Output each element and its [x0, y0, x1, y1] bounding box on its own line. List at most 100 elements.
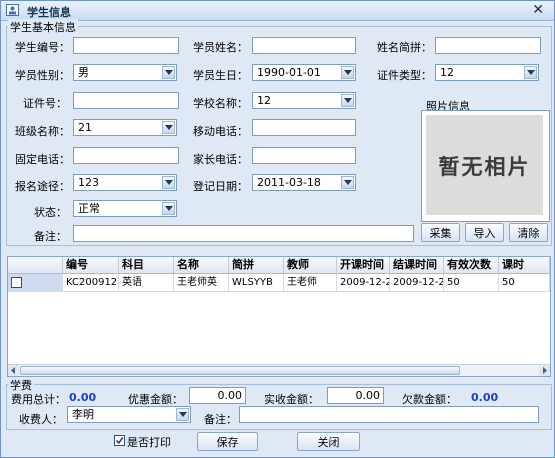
class-name-select[interactable]: 21	[73, 119, 177, 136]
chevron-down-icon[interactable]	[341, 66, 354, 79]
status-select[interactable]: 正常	[73, 200, 177, 217]
grid-header-cell[interactable]: 课时	[499, 257, 550, 273]
cell-teacher: 王老师	[284, 274, 337, 291]
payee-label: 收费人：	[19, 413, 63, 426]
grid-header-cell[interactable]: 结课时间	[390, 257, 444, 273]
payee-select[interactable]: 李明	[67, 406, 191, 423]
channel-select[interactable]: 123	[73, 174, 177, 191]
id-no-input[interactable]	[73, 92, 179, 109]
chevron-down-icon[interactable]	[341, 176, 354, 189]
grid-header-cell[interactable]: 编号	[63, 257, 119, 273]
course-grid: 编号 科目 名称 简拼 教师 开课时间 结课时间 有效次数 课时 KC20091…	[7, 256, 551, 377]
grid-header-cell[interactable]	[8, 257, 63, 273]
gender-select[interactable]: 男	[73, 64, 177, 81]
id-no-label: 证件号：	[23, 97, 67, 110]
gender-value: 男	[78, 66, 89, 79]
chevron-down-icon[interactable]	[524, 66, 537, 79]
id-type-label: 证件类型：	[377, 69, 432, 82]
clear-button[interactable]: 清除	[509, 223, 548, 242]
birthday-label: 学员生日：	[193, 69, 248, 82]
status-value: 正常	[78, 202, 100, 215]
phone-label: 固定电话：	[15, 153, 70, 166]
owed-label: 欠款金额：	[402, 393, 457, 406]
discount-label: 优惠金额：	[128, 393, 183, 406]
grid-header-cell[interactable]: 教师	[284, 257, 337, 273]
chevron-down-icon[interactable]	[162, 202, 175, 215]
grid-header: 编号 科目 名称 简拼 教师 开课时间 结课时间 有效次数 课时	[8, 257, 550, 274]
fee-remark-label: 备注：	[204, 413, 237, 426]
student-name-label: 学员姓名：	[193, 41, 248, 54]
birthday-value: 1990-01-01	[257, 66, 321, 79]
no-photo-text: 暂无相片	[438, 155, 531, 179]
cell-hours: 50	[499, 274, 550, 291]
grid-header-cell[interactable]: 科目	[119, 257, 174, 273]
scroll-left-icon[interactable]	[8, 365, 19, 376]
row-select-cell[interactable]	[8, 274, 63, 291]
chevron-down-icon[interactable]	[162, 66, 175, 79]
close-icon[interactable]: ✕	[532, 2, 544, 18]
scrollbar-thumb[interactable]	[20, 366, 460, 375]
photo-frame: 暂无相片	[421, 110, 550, 222]
student-name-input[interactable]	[252, 37, 356, 54]
photo-area: 暂无相片	[426, 115, 543, 215]
student-no-label: 学生编号：	[15, 41, 70, 54]
student-no-input[interactable]	[73, 37, 179, 54]
student-info-window: 学生信息 ✕ 学生基本信息 学生编号： 学员姓名： 姓名简拼： 学员性别： 男 …	[0, 0, 555, 458]
name-pinyin-input[interactable]	[435, 37, 541, 54]
chevron-down-icon[interactable]	[341, 94, 354, 107]
school-label: 学校名称：	[193, 97, 248, 110]
basic-info-legend: 学生基本信息	[8, 19, 78, 35]
total-value: 0.00	[69, 391, 97, 404]
id-type-select[interactable]: 12	[435, 64, 539, 81]
phone-input[interactable]	[73, 147, 179, 164]
cell-end-date: 2009-12-27	[390, 274, 444, 291]
horizontal-scrollbar[interactable]	[8, 364, 550, 376]
school-value: 12	[257, 94, 271, 107]
row-checkbox[interactable]	[11, 277, 22, 288]
owed-value: 0.00	[471, 391, 499, 404]
import-button[interactable]: 导入	[465, 223, 504, 242]
received-input[interactable]: 0.00	[327, 387, 384, 404]
parent-phone-label: 家长电话：	[193, 153, 248, 166]
payee-value: 李明	[72, 408, 94, 421]
grid-header-cell[interactable]: 名称	[174, 257, 229, 273]
close-button[interactable]: 关闭	[297, 432, 360, 451]
mobile-label: 移动电话：	[193, 125, 248, 138]
chevron-down-icon[interactable]	[162, 121, 175, 134]
student-card-icon	[6, 4, 19, 16]
name-pinyin-label: 姓名简拼：	[377, 41, 432, 54]
discount-input[interactable]: 0.00	[189, 387, 246, 404]
cell-pinyin: WLSYYB	[229, 274, 284, 291]
reg-date-picker[interactable]: 2011-03-18	[252, 174, 356, 191]
table-row[interactable]: KC2009122 英语 王老师英 WLSYYB 王老师 2009-12-27 …	[8, 274, 550, 292]
cell-valid-count: 50	[444, 274, 499, 291]
cell-code: KC2009122	[63, 274, 119, 291]
print-checkbox[interactable]	[114, 435, 125, 446]
channel-label: 报名途径：	[15, 180, 70, 193]
grid-header-cell[interactable]: 简拼	[229, 257, 284, 273]
received-label: 实收金额：	[264, 393, 319, 406]
save-button[interactable]: 保存	[197, 432, 258, 451]
cell-start-date: 2009-12-27	[337, 274, 390, 291]
status-label: 状态：	[34, 206, 67, 219]
title-bar: 学生信息 ✕	[1, 1, 554, 21]
chevron-down-icon[interactable]	[176, 408, 189, 421]
remark-input[interactable]	[73, 225, 414, 242]
capture-button[interactable]: 采集	[421, 223, 460, 242]
cell-subject: 英语	[119, 274, 174, 291]
class-name-label: 班级名称：	[15, 125, 70, 138]
class-name-value: 21	[78, 121, 92, 134]
fee-remark-input[interactable]	[239, 406, 539, 423]
mobile-input[interactable]	[252, 119, 356, 136]
grid-header-cell[interactable]: 有效次数	[444, 257, 499, 273]
scroll-right-icon[interactable]	[539, 365, 550, 376]
remark-label: 备注：	[34, 230, 67, 243]
birthday-picker[interactable]: 1990-01-01	[252, 64, 356, 81]
school-select[interactable]: 12	[252, 92, 356, 109]
channel-value: 123	[78, 176, 99, 189]
chevron-down-icon[interactable]	[162, 176, 175, 189]
grid-header-cell[interactable]: 开课时间	[337, 257, 390, 273]
gender-label: 学员性别：	[15, 69, 70, 82]
cell-name: 王老师英	[174, 274, 229, 291]
parent-phone-input[interactable]	[252, 147, 356, 164]
